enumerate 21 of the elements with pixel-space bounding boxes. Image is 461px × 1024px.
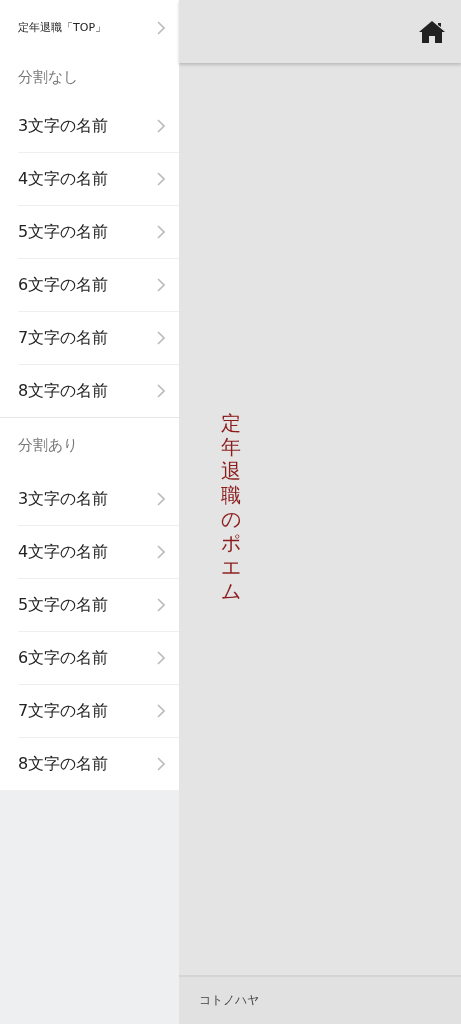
section-heading: 分割あり bbox=[17, 435, 79, 456]
chevron-icon bbox=[157, 119, 165, 133]
chevron-icon bbox=[157, 492, 165, 506]
chevron-icon bbox=[157, 757, 165, 771]
chevron-icon bbox=[157, 20, 165, 35]
chevron-icon bbox=[157, 331, 165, 345]
footer-text: コトノハヤ bbox=[199, 992, 259, 1009]
menu-item[interactable]: 8文字の名前 bbox=[18, 365, 179, 417]
chevron-icon bbox=[157, 278, 165, 292]
chevron-icon bbox=[157, 545, 165, 559]
menu-item[interactable]: 8文字の名前 bbox=[18, 738, 179, 790]
page-title: 定年退職のポエム bbox=[221, 411, 241, 603]
chevron-icon bbox=[157, 598, 165, 612]
chevron-icon bbox=[157, 172, 165, 186]
home-icon[interactable] bbox=[419, 20, 445, 43]
chevron-icon bbox=[157, 384, 165, 398]
chevron-icon bbox=[157, 225, 165, 239]
menu-item[interactable]: 定年退職「TOP」 bbox=[18, 0, 179, 55]
chevron-icon bbox=[157, 651, 165, 665]
chevron-icon bbox=[157, 704, 165, 718]
section-heading: 分割なし bbox=[17, 67, 79, 88]
